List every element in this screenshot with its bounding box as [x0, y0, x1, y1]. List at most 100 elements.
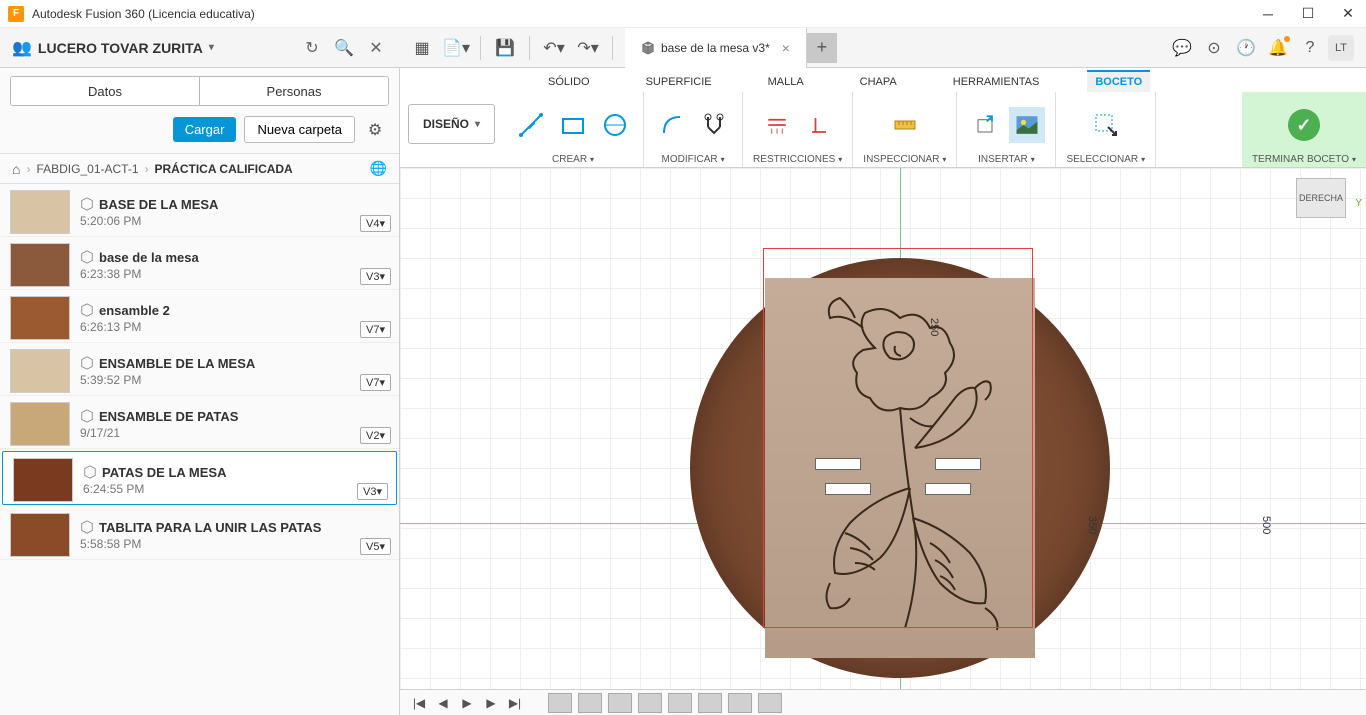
- timeline-prev-button[interactable]: ◀: [434, 694, 452, 712]
- version-dropdown[interactable]: V7▾: [360, 321, 391, 338]
- grid-apps-icon[interactable]: ▦: [408, 34, 436, 62]
- fillet-tool-icon[interactable]: [654, 107, 690, 143]
- timeline-feature[interactable]: [698, 693, 722, 713]
- extensions-icon[interactable]: 💬: [1168, 34, 1196, 62]
- save-button[interactable]: 💾: [491, 34, 519, 62]
- insert-image-icon[interactable]: [1009, 107, 1045, 143]
- timeline-start-button[interactable]: |◀: [410, 694, 428, 712]
- user-avatar[interactable]: LT: [1328, 35, 1354, 61]
- version-dropdown[interactable]: V5▾: [360, 538, 391, 555]
- timeline-feature[interactable]: [638, 693, 662, 713]
- close-tab-button[interactable]: ×: [782, 40, 790, 56]
- ribbon-label-insert[interactable]: INSERTAR▾: [978, 154, 1035, 165]
- window-close-button[interactable]: ✕: [1338, 4, 1358, 24]
- timeline-feature[interactable]: [668, 693, 692, 713]
- timeline-play-button[interactable]: ▶: [458, 694, 476, 712]
- version-dropdown[interactable]: V3▾: [357, 483, 388, 500]
- design-workspace: SÓLIDO SUPERFICIE MALLA CHAPA HERRAMIENT…: [400, 68, 1366, 715]
- file-item[interactable]: ENSAMBLE DE PATAS 9/17/21 V2▾: [0, 396, 399, 449]
- ribbon-label-create[interactable]: CREAR▾: [552, 154, 594, 165]
- cube-icon: [80, 303, 94, 317]
- file-item[interactable]: TABLITA PARA LA UNIR LAS PATAS 5:58:58 P…: [0, 507, 399, 560]
- circle-tool-icon[interactable]: [597, 107, 633, 143]
- dimension-350[interactable]: 350: [1086, 516, 1098, 534]
- file-name: ENSAMBLE DE LA MESA: [99, 356, 255, 371]
- tab-solid[interactable]: SÓLIDO: [540, 72, 598, 92]
- ribbon-label-constraints[interactable]: RESTRICCIONES▾: [753, 154, 842, 165]
- breadcrumb: ⌂ › FABDIG_01-ACT-1 › PRÁCTICA CALIFICAD…: [0, 153, 399, 184]
- new-folder-button[interactable]: Nueva carpeta: [244, 116, 355, 143]
- version-dropdown[interactable]: V4▾: [360, 215, 391, 232]
- document-tab[interactable]: base de la mesa v3* ×: [625, 28, 807, 68]
- ribbon-group-modify: MODIFICAR▾: [644, 92, 743, 167]
- undo-button[interactable]: ↶▾: [540, 34, 568, 62]
- tab-surface[interactable]: SUPERFICIE: [638, 72, 720, 92]
- tab-tools[interactable]: HERRAMIENTAS: [945, 72, 1048, 92]
- dimension-500[interactable]: 500: [1260, 516, 1272, 534]
- redo-button[interactable]: ↷▾: [574, 34, 602, 62]
- file-thumbnail: [10, 243, 70, 287]
- line-tool-icon[interactable]: [513, 107, 549, 143]
- ribbon-label-inspect[interactable]: INSPECCIONAR▾: [863, 154, 946, 165]
- design-mode-button[interactable]: DISEÑO ▾: [408, 104, 495, 144]
- tab-data[interactable]: Datos: [11, 77, 199, 105]
- file-item[interactable]: PATAS DE LA MESA 6:24:55 PM V3▾: [2, 451, 397, 505]
- horizontal-constraint-icon[interactable]: [759, 107, 795, 143]
- breadcrumb-project[interactable]: FABDIG_01-ACT-1: [36, 162, 138, 176]
- version-dropdown[interactable]: V3▾: [360, 268, 391, 285]
- document-tab-title: base de la mesa v3*: [661, 41, 770, 55]
- user-menu[interactable]: 👥 LUCERO TOVAR ZURITA ▾: [12, 38, 214, 58]
- file-name: ENSAMBLE DE PATAS: [99, 409, 238, 424]
- new-tab-button[interactable]: +: [807, 33, 837, 63]
- trim-tool-icon[interactable]: [696, 107, 732, 143]
- globe-icon[interactable]: 🌐: [370, 160, 387, 177]
- ribbon-label-select[interactable]: SELECCIONAR▾: [1066, 154, 1145, 165]
- timeline-feature[interactable]: [608, 693, 632, 713]
- file-menu[interactable]: 📄▾: [442, 34, 470, 62]
- selection-rectangle[interactable]: [763, 248, 1033, 628]
- axis-y-label: Y: [1355, 198, 1362, 209]
- measure-tool-icon[interactable]: [887, 107, 923, 143]
- file-item[interactable]: BASE DE LA MESA 5:20:06 PM V4▾: [0, 184, 399, 237]
- tab-sketch[interactable]: BOCETO: [1087, 70, 1150, 92]
- file-timestamp: 5:58:58 PM: [80, 537, 389, 551]
- search-button[interactable]: 🔍: [332, 36, 356, 60]
- file-thumbnail: [10, 349, 70, 393]
- file-item[interactable]: ensamble 2 6:26:13 PM V7▾: [0, 290, 399, 343]
- close-panel-button[interactable]: ✕: [364, 36, 388, 60]
- file-item[interactable]: base de la mesa 6:23:38 PM V3▾: [0, 237, 399, 290]
- dimension-250[interactable]: 250: [928, 318, 940, 336]
- help-icon[interactable]: ?: [1296, 34, 1324, 62]
- tab-people[interactable]: Personas: [199, 77, 388, 105]
- select-tool-icon[interactable]: [1088, 107, 1124, 143]
- timeline-feature[interactable]: [728, 693, 752, 713]
- ribbon-label-modify[interactable]: MODIFICAR▾: [661, 154, 724, 165]
- notifications-icon[interactable]: 🔔: [1264, 34, 1292, 62]
- timeline-feature[interactable]: [548, 693, 572, 713]
- version-dropdown[interactable]: V2▾: [360, 427, 391, 444]
- tab-mesh[interactable]: MALLA: [760, 72, 812, 92]
- perpendicular-constraint-icon[interactable]: [801, 107, 837, 143]
- timeline-next-button[interactable]: ▶: [482, 694, 500, 712]
- rectangle-tool-icon[interactable]: [555, 107, 591, 143]
- timeline-feature[interactable]: [758, 693, 782, 713]
- insert-derive-icon[interactable]: [967, 107, 1003, 143]
- gear-icon[interactable]: ⚙: [363, 118, 387, 142]
- window-minimize-button[interactable]: ─: [1258, 4, 1278, 24]
- file-item[interactable]: ENSAMBLE DE LA MESA 5:39:52 PM V7▾: [0, 343, 399, 396]
- design-canvas[interactable]: 250 350 500 DERECHA Z Y: [400, 168, 1366, 689]
- job-status-icon[interactable]: ⊙: [1200, 34, 1228, 62]
- version-dropdown[interactable]: V7▾: [360, 374, 391, 391]
- clock-icon[interactable]: 🕐: [1232, 34, 1260, 62]
- ribbon-group-finish[interactable]: ✓ TERMINAR BOCETO▾: [1242, 92, 1366, 167]
- load-button[interactable]: Cargar: [173, 117, 237, 142]
- home-icon[interactable]: ⌂: [12, 161, 20, 177]
- timeline-end-button[interactable]: ▶|: [506, 694, 524, 712]
- timeline-feature[interactable]: [578, 693, 602, 713]
- refresh-button[interactable]: ↻: [300, 36, 324, 60]
- window-maximize-button[interactable]: ☐: [1298, 4, 1318, 24]
- chevron-right-icon: ›: [26, 162, 30, 176]
- finish-sketch-icon: ✓: [1288, 109, 1320, 141]
- tab-sheet[interactable]: CHAPA: [852, 72, 905, 92]
- view-cube[interactable]: DERECHA: [1296, 178, 1346, 218]
